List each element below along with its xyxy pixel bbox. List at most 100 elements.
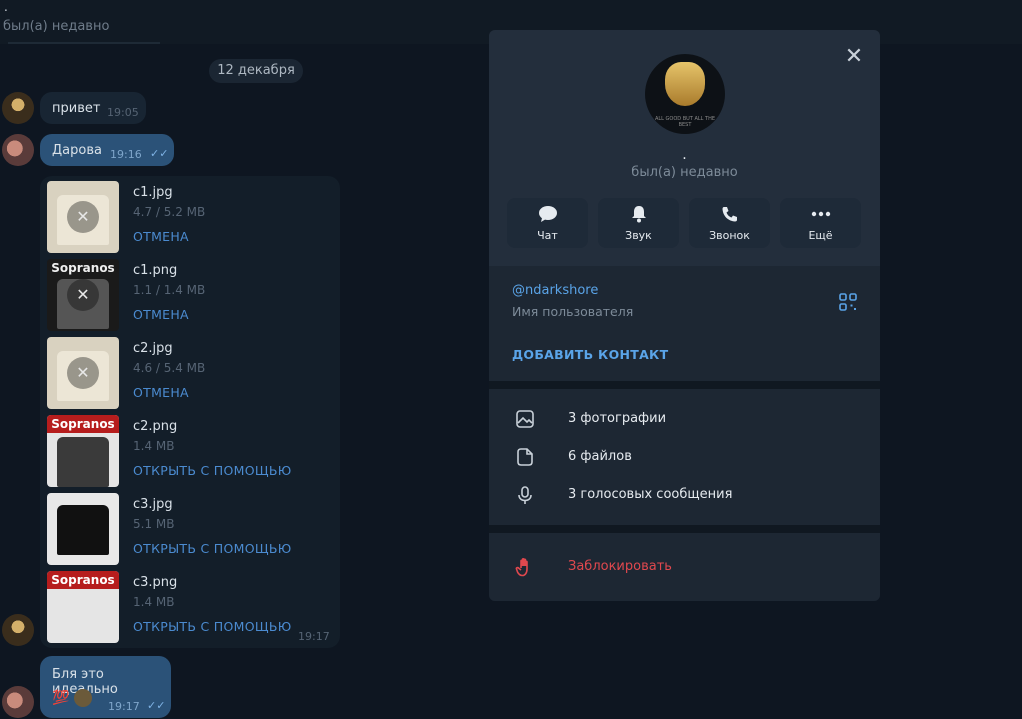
microphone-icon: [515, 485, 535, 505]
file-name: c2.png: [133, 419, 178, 434]
photos-label: 3 фотографии: [568, 411, 667, 426]
profile-avatar[interactable]: ALL GOOD BUT ALL THE BEST: [645, 54, 725, 134]
username-link[interactable]: @ndarkshore: [512, 283, 598, 298]
file-thumbnail[interactable]: Sopranos: [47, 415, 119, 487]
qr-code-icon[interactable]: [839, 293, 857, 311]
profile-name: .: [682, 147, 687, 163]
chat-bubble-icon: [507, 205, 588, 228]
mask-icon: [665, 62, 705, 106]
chat-button-label: Чат: [537, 229, 558, 242]
read-check-icon: ✓✓: [147, 699, 166, 712]
file-thumbnail[interactable]: [47, 493, 119, 565]
reaction-avatar: [74, 689, 92, 707]
file-name: c1.jpg: [133, 185, 173, 200]
thumb-logo: Sopranos: [47, 259, 119, 277]
section-divider: [489, 525, 880, 533]
message-bubble[interactable]: привет 19:05: [40, 92, 146, 124]
shared-media-section: 3 фотографии 6 файлов 3 голосовых сообще…: [489, 389, 880, 525]
chat-name: .: [4, 0, 8, 14]
header-divider: [8, 42, 160, 44]
file-name: c1.png: [133, 263, 178, 278]
message-bubble[interactable]: Дарова 19:16 ✓✓: [40, 134, 174, 166]
read-check-icon: ✓✓: [150, 147, 169, 160]
reaction-icon[interactable]: 💯: [52, 690, 69, 706]
file-action-link[interactable]: ОТКРЫТЬ С ПОМОЩЬЮ: [133, 541, 292, 556]
file-size: 5.1 MB: [133, 517, 175, 531]
file-size: 1.4 MB: [133, 595, 175, 609]
block-label: Заблокировать: [568, 559, 672, 574]
voice-messages-row[interactable]: 3 голосовых сообщения: [489, 477, 880, 513]
file-size: 4.6 / 5.4 MB: [133, 361, 206, 375]
photo-icon: [515, 409, 535, 429]
files-label: 6 файлов: [568, 449, 632, 464]
file-size: 1.1 / 1.4 MB: [133, 283, 206, 297]
message-time: 19:17: [298, 630, 330, 643]
message-text: привет: [52, 101, 101, 116]
cancel-download-icon[interactable]: ✕: [67, 357, 99, 389]
file-item[interactable]: Sopranos c2.png 1.4 MB ОТКРЫТЬ С ПОМОЩЬЮ: [47, 415, 307, 487]
file-item[interactable]: ✕ c1.jpg 4.7 / 5.2 MB ОТМЕНА: [47, 181, 307, 253]
avatar-caption: ALL GOOD BUT ALL THE BEST: [654, 116, 716, 128]
file-name: c3.jpg: [133, 497, 173, 512]
file-item[interactable]: Sopranos ✕ c1.png 1.1 / 1.4 MB ОТМЕНА: [47, 259, 307, 331]
sound-button-label: Звук: [625, 229, 652, 242]
file-thumbnail[interactable]: ✕: [47, 337, 119, 409]
more-button[interactable]: Ещё: [780, 198, 861, 248]
chat-status: был(а) недавно: [3, 19, 110, 34]
file-size: 1.4 MB: [133, 439, 175, 453]
file-action-link[interactable]: ОТМЕНА: [133, 385, 189, 400]
section-divider: [489, 381, 880, 389]
file-item[interactable]: ✕ c2.jpg 4.6 / 5.4 MB ОТМЕНА: [47, 337, 307, 409]
voice-messages-label: 3 голосовых сообщения: [568, 487, 733, 502]
call-button-label: Звонок: [709, 229, 750, 242]
file-name: c2.jpg: [133, 341, 173, 356]
file-action-link[interactable]: ОТКРЫТЬ С ПОМОЩЬЮ: [133, 463, 292, 478]
message-time: 19:17: [108, 700, 140, 713]
file-thumbnail[interactable]: Sopranos ✕: [47, 259, 119, 331]
file-action-link[interactable]: ОТКРЫТЬ С ПОМОЩЬЮ: [133, 619, 292, 634]
profile-panel: ✕ ALL GOOD BUT ALL THE BEST . был(а) нед…: [489, 30, 880, 601]
call-button[interactable]: Звонок: [689, 198, 770, 248]
file-thumbnail[interactable]: ✕: [47, 181, 119, 253]
file-size: 4.7 / 5.2 MB: [133, 205, 206, 219]
file-action-link[interactable]: ОТМЕНА: [133, 229, 189, 244]
chat-button[interactable]: Чат: [507, 198, 588, 248]
photos-row[interactable]: 3 фотографии: [489, 401, 880, 437]
avatar[interactable]: [2, 614, 34, 646]
block-button[interactable]: Заблокировать: [489, 549, 880, 585]
date-separator: 12 декабря: [209, 59, 303, 83]
avatar[interactable]: [2, 92, 34, 124]
more-dots-icon: [780, 205, 861, 228]
message-bubble[interactable]: Бля это идеально 💯 19:17 ✓✓: [40, 656, 171, 718]
file-icon: [515, 447, 535, 467]
cancel-download-icon[interactable]: ✕: [67, 279, 99, 311]
more-button-label: Ещё: [808, 229, 833, 242]
message-text: Бля это идеально: [52, 667, 118, 697]
phone-icon: [689, 205, 770, 228]
file-item[interactable]: Sopranos c3.png 1.4 MB ОТКРЫТЬ С ПОМОЩЬЮ: [47, 571, 307, 643]
file-thumbnail[interactable]: Sopranos: [47, 571, 119, 643]
cancel-download-icon[interactable]: ✕: [67, 201, 99, 233]
message-text: Дарова: [52, 143, 102, 158]
profile-header: ✕ ALL GOOD BUT ALL THE BEST . был(а) нед…: [489, 30, 880, 266]
hand-stop-icon: [515, 557, 535, 577]
username-label: Имя пользователя: [512, 304, 634, 319]
avatar[interactable]: [2, 134, 34, 166]
username-section: @ndarkshore Имя пользователя ДОБАВИТЬ КО…: [489, 266, 880, 381]
files-row[interactable]: 6 файлов: [489, 439, 880, 475]
file-item[interactable]: c3.jpg 5.1 MB ОТКРЫТЬ С ПОМОЩЬЮ: [47, 493, 307, 565]
file-action-link[interactable]: ОТМЕНА: [133, 307, 189, 322]
message-time: 19:16: [110, 148, 142, 161]
sound-button[interactable]: Звук: [598, 198, 679, 248]
bell-icon: [598, 205, 679, 228]
block-section: Заблокировать: [489, 533, 880, 601]
profile-status: был(а) недавно: [631, 165, 738, 180]
add-contact-button[interactable]: ДОБАВИТЬ КОНТАКТ: [512, 347, 668, 362]
avatar[interactable]: [2, 686, 34, 718]
message-time: 19:05: [107, 106, 139, 119]
files-message[interactable]: ✕ c1.jpg 4.7 / 5.2 MB ОТМЕНА Sopranos ✕ …: [40, 176, 340, 648]
thumb-logo: Sopranos: [47, 571, 119, 589]
thumb-logo: Sopranos: [47, 415, 119, 433]
file-name: c3.png: [133, 575, 178, 590]
close-icon[interactable]: ✕: [843, 46, 865, 68]
